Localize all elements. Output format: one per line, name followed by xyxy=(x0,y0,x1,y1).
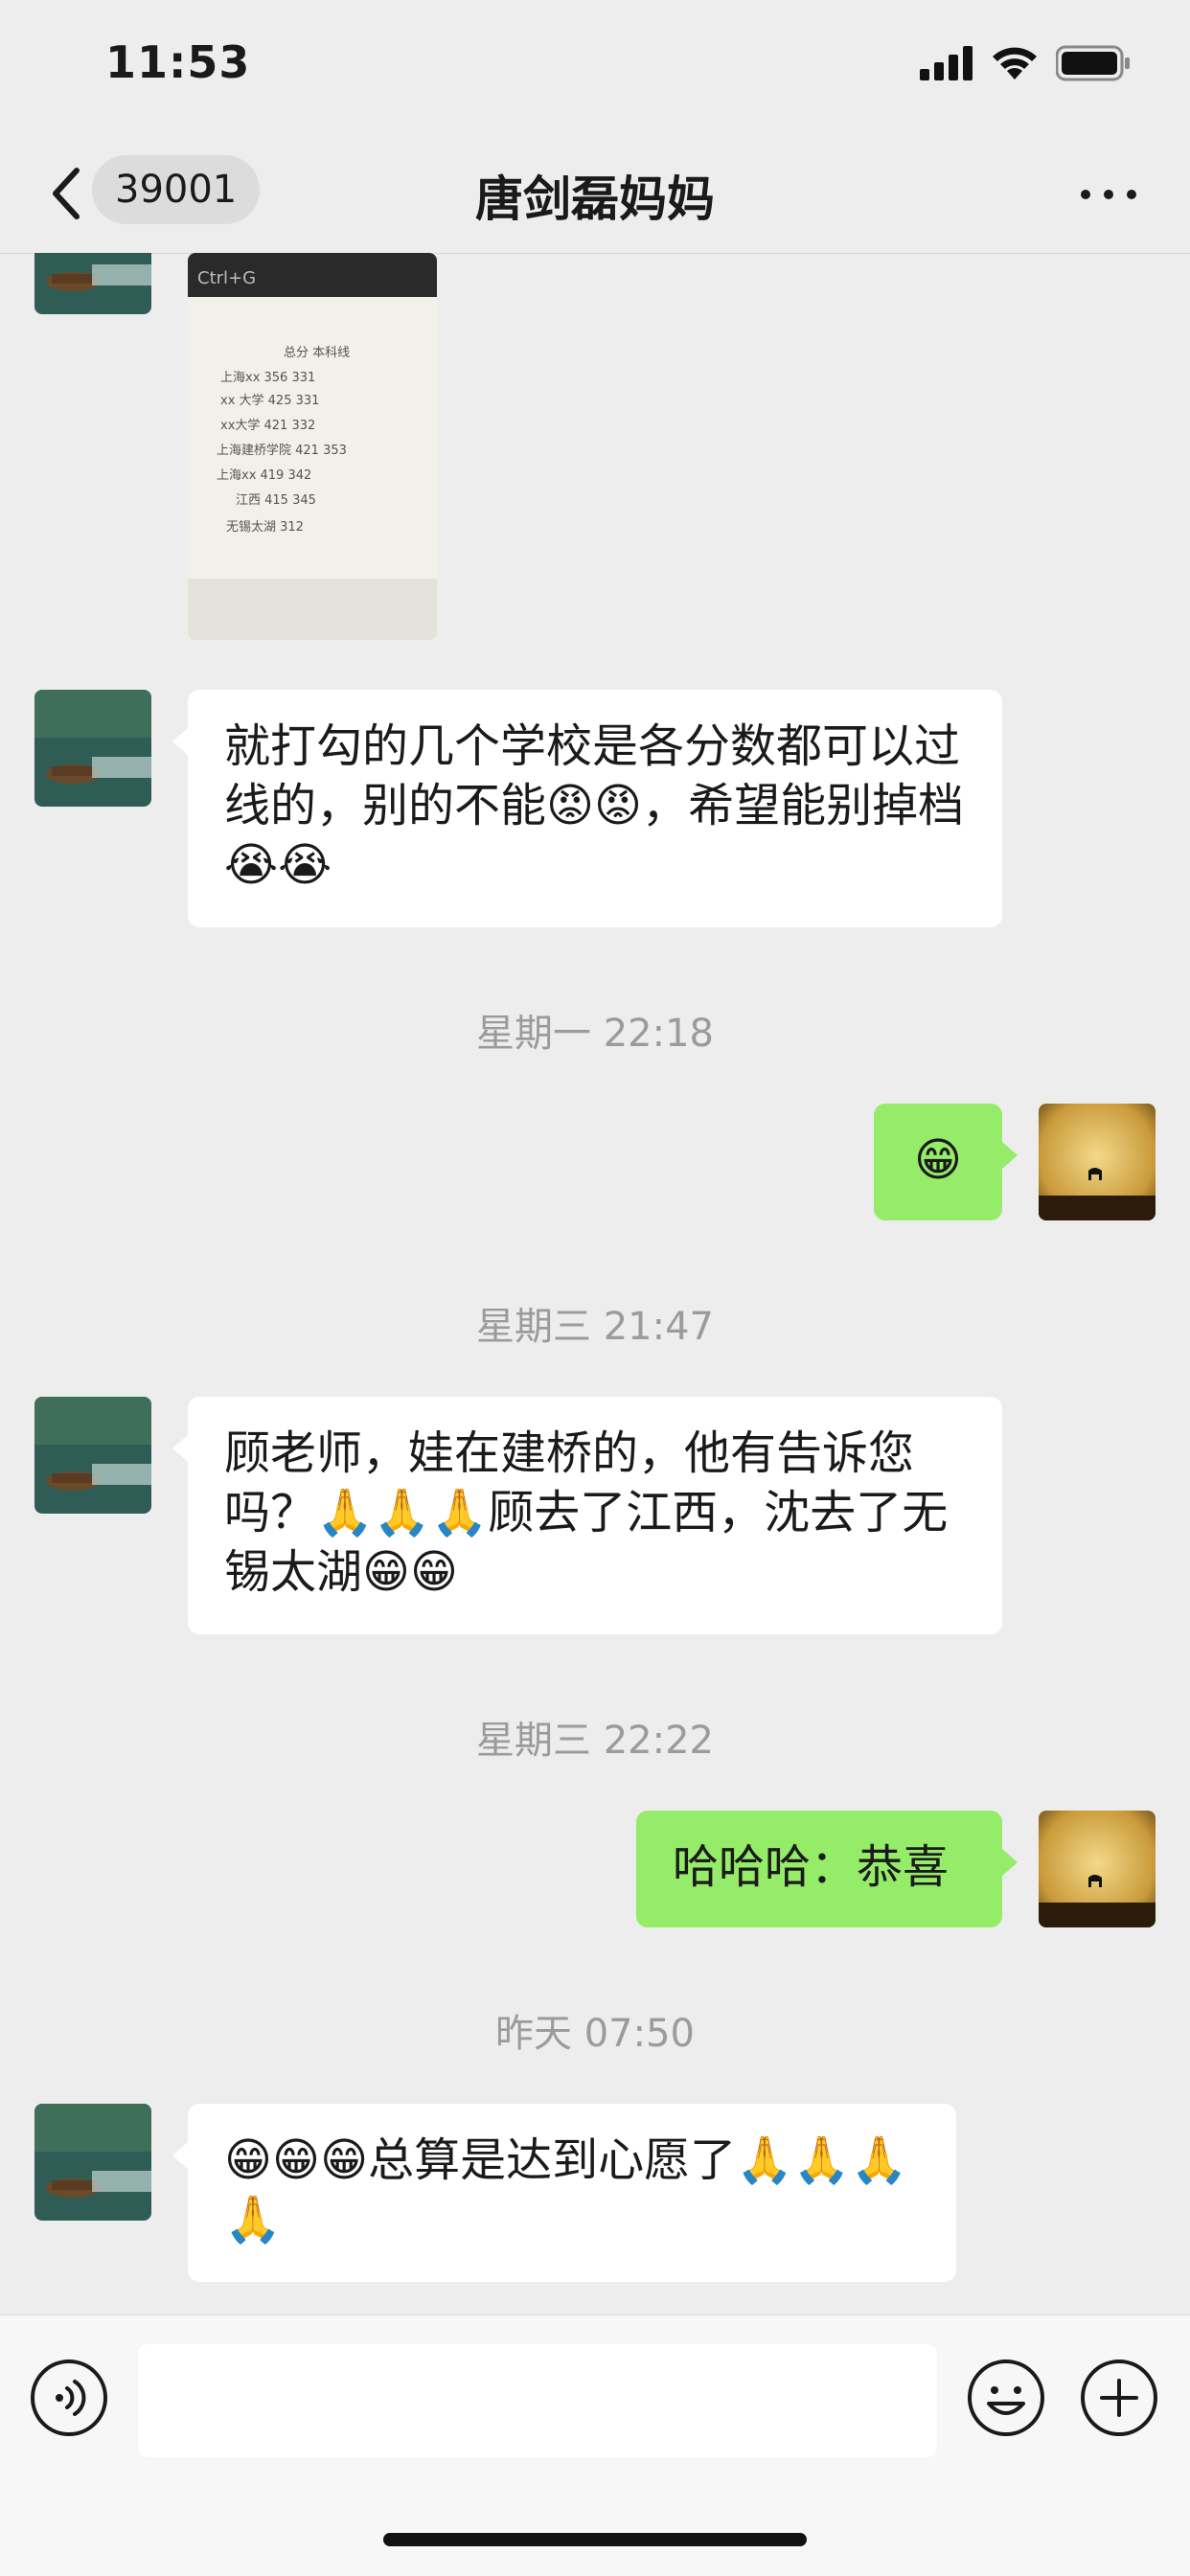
photo-note-line: 上海xx 419 342 xyxy=(217,468,311,483)
message-bubble[interactable]: 😁😁😁总算是达到心愿了🙏🙏🙏🙏 xyxy=(172,2104,956,2282)
message-input[interactable] xyxy=(138,2344,937,2457)
contact-avatar[interactable] xyxy=(34,690,151,807)
photo-note-line: 总分 本科线 xyxy=(284,346,350,360)
status-icons xyxy=(920,44,1133,82)
message-bubble[interactable]: 顾老师，娃在建桥的，他有告诉您吗？🙏🙏🙏顾去了江西，沈去了无锡太湖😁😁 xyxy=(172,1397,1002,1634)
contact-avatar[interactable] xyxy=(34,1397,151,1514)
message-bubble[interactable]: 哈哈哈：恭喜 xyxy=(636,1811,1018,1927)
home-indicator xyxy=(383,2533,807,2546)
photo-note-line: xx大学 421 332 xyxy=(220,418,315,433)
chat-title: 唐剑磊妈妈 xyxy=(475,171,715,227)
plus-icon[interactable] xyxy=(1079,2358,1159,2438)
message-bubble[interactable]: 就打勾的几个学校是各分数都可以过线的，别的不能😡😡，希望能别掉档😭😭 xyxy=(172,690,1002,927)
self-avatar[interactable] xyxy=(1039,1811,1156,1927)
svg-text:Ctrl+G: Ctrl+G xyxy=(197,268,256,288)
message-timestamp: 星期三 21:47 xyxy=(476,1305,714,1349)
chat-header: 39001 唐剑磊妈妈 xyxy=(0,134,1190,254)
photo-note-line: 江西 415 345 xyxy=(236,493,316,508)
signal-icon xyxy=(920,46,973,80)
photo-note-line: 上海xx 356 331 xyxy=(220,371,315,385)
photo-note-line: 无锡太湖 312 xyxy=(226,520,304,535)
message-list[interactable]: Ctrl+G 总分 本科线 上海xx 356 331 xx 大学 425 331… xyxy=(0,253,1190,2314)
emoji-icon[interactable] xyxy=(966,2358,1046,2438)
message-timestamp: 星期一 22:18 xyxy=(476,1012,714,1056)
photo-note-line: 上海建桥学院 421 353 xyxy=(217,443,347,458)
self-avatar[interactable] xyxy=(1039,1104,1156,1220)
image-message[interactable]: Ctrl+G 总分 本科线 上海xx 356 331 xx 大学 425 331… xyxy=(188,253,437,640)
message-bubble[interactable]: 😁 xyxy=(874,1104,1018,1220)
message-timestamp: 星期三 22:22 xyxy=(476,1719,714,1763)
voice-input-icon[interactable] xyxy=(29,2358,109,2438)
status-bar: 11:53 xyxy=(0,0,1190,134)
message-timestamp: 昨天 07:50 xyxy=(495,2012,695,2056)
battery-icon xyxy=(1056,45,1130,81)
contact-avatar[interactable] xyxy=(34,2104,151,2221)
more-options-icon[interactable] xyxy=(1081,190,1136,199)
status-time: 11:53 xyxy=(105,36,251,88)
wifi-icon xyxy=(993,47,1037,80)
contact-avatar[interactable] xyxy=(34,253,151,314)
photo-note-line: xx 大学 425 331 xyxy=(220,393,319,408)
